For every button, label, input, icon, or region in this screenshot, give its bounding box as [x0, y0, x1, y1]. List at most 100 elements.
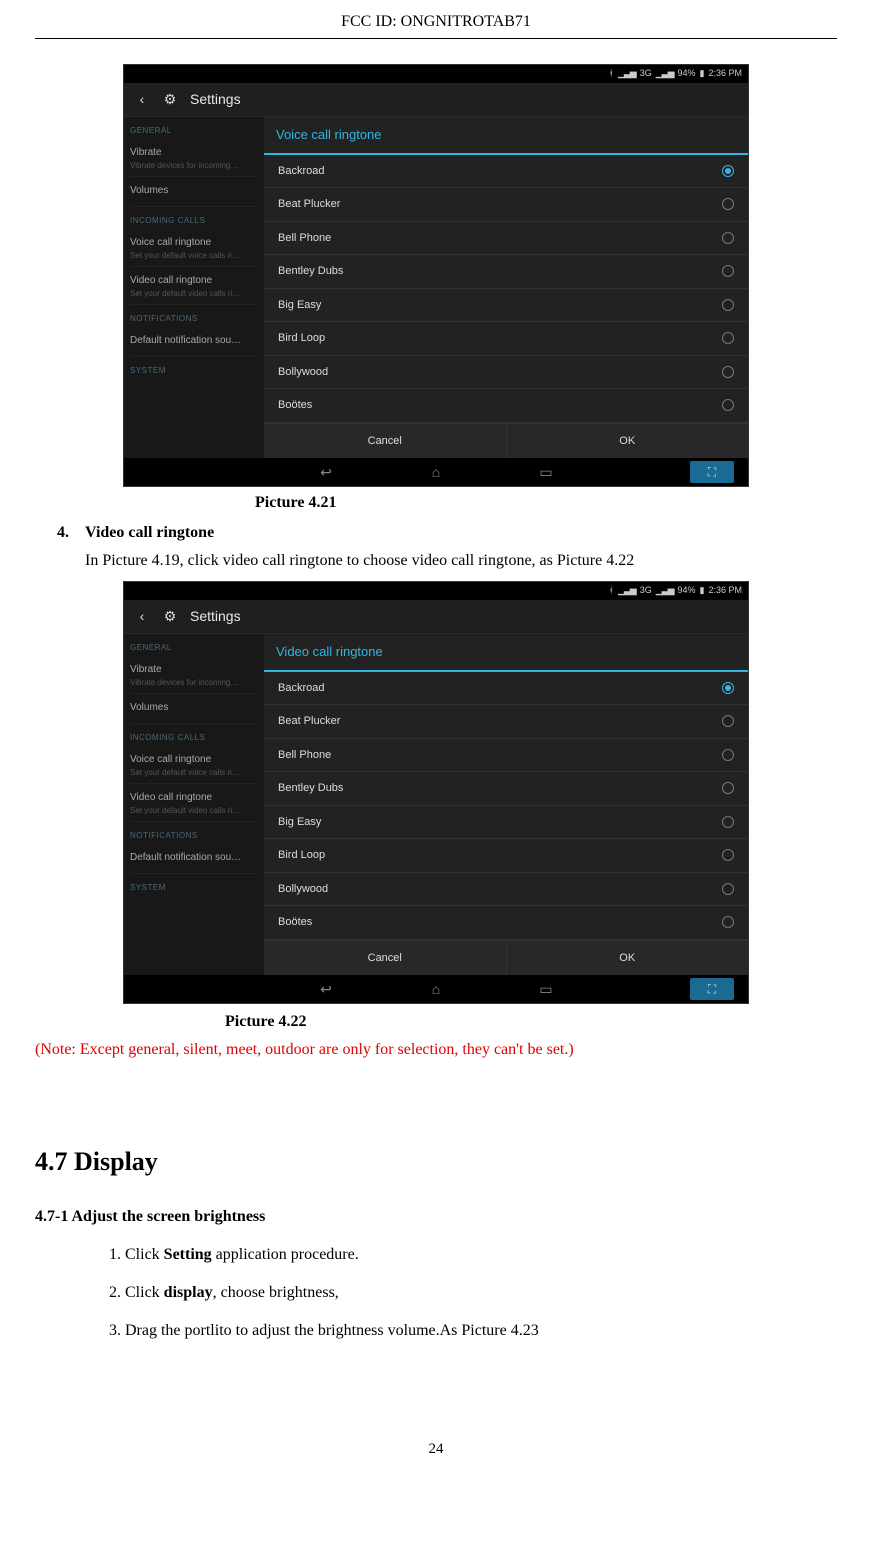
gear-icon: ⚙ [162, 609, 178, 625]
ringtone-option[interactable]: Backroad [264, 155, 748, 189]
ringtone-option[interactable]: Bentley Dubs [264, 772, 748, 806]
battery-label: 94% [678, 584, 696, 598]
ringtone-label: Bird Loop [278, 330, 325, 347]
ringtone-option[interactable]: Boötes [264, 906, 748, 940]
back-icon[interactable]: ‹ [134, 609, 150, 625]
signal-icon: ▁▃▅ [618, 67, 636, 81]
radio-icon[interactable] [722, 299, 734, 311]
screenshot-voice-call-ringtone: ᚼ ▁▃▅ 3G ▁▃▅ 94% ▮ 2:36 PM ‹ ⚙ Settings … [123, 64, 749, 487]
radio-icon[interactable] [722, 265, 734, 277]
screenshot-nav-icon[interactable]: ⛶ [690, 461, 734, 483]
ringtone-option[interactable]: Big Easy [264, 806, 748, 840]
page-number: 24 [35, 1438, 837, 1461]
step-post: Drag the portlito to adjust the brightne… [125, 1322, 539, 1339]
cancel-button-2[interactable]: Cancel [264, 941, 506, 976]
section-47-1-title: 4.7-1 Adjust the screen brightness [35, 1205, 837, 1229]
signal-icon: ▁▃▅ [618, 584, 636, 598]
radio-icon[interactable] [722, 682, 734, 694]
dialog-voice-ringtone: Voice call ringtone Backroad Beat Plucker… [264, 117, 748, 458]
back-nav-icon[interactable]: ↩ [316, 462, 336, 483]
cancel-button[interactable]: Cancel [264, 424, 506, 459]
radio-icon[interactable] [722, 198, 734, 210]
screenshot-nav-icon[interactable]: ⛶ [690, 978, 734, 1000]
radio-icon[interactable] [722, 816, 734, 828]
radio-icon[interactable] [722, 916, 734, 928]
ringtone-option[interactable]: Boötes [264, 389, 748, 423]
section-general: GENERAL [130, 125, 258, 137]
ringtone-label: Bell Phone [278, 230, 331, 247]
dialog-title-2: Video call ringtone [264, 634, 748, 672]
ringtone-option[interactable]: Backroad [264, 672, 748, 706]
radio-icon[interactable] [722, 749, 734, 761]
radio-icon[interactable] [722, 332, 734, 344]
back-icon[interactable]: ‹ [134, 92, 150, 108]
ringtone-option[interactable]: Bell Phone [264, 222, 748, 256]
radio-icon[interactable] [722, 715, 734, 727]
home-nav-icon[interactable]: ⌂ [426, 462, 446, 483]
item-default-notif[interactable]: Default notification sou… [130, 844, 258, 867]
ringtone-option[interactable]: Bird Loop [264, 839, 748, 873]
back-nav-icon[interactable]: ↩ [316, 979, 336, 1000]
ringtone-option[interactable]: Beat Plucker [264, 705, 748, 739]
ringtone-option[interactable]: Bollywood [264, 873, 748, 907]
radio-icon[interactable] [722, 782, 734, 794]
home-nav-icon[interactable]: ⌂ [426, 979, 446, 1000]
nav-bar: ↩ ⌂ ▭ ⛶ [124, 458, 748, 486]
radio-icon[interactable] [722, 883, 734, 895]
step-bold: Setting [164, 1246, 212, 1263]
section-notifications: NOTIFICATIONS [130, 830, 258, 842]
item-vibrate[interactable]: Vibrate [130, 656, 258, 679]
ok-button-2[interactable]: OK [506, 941, 749, 976]
item-vibrate[interactable]: Vibrate [130, 139, 258, 162]
ringtone-list: Backroad Beat Plucker Bell Phone Bentley Du… [264, 155, 748, 423]
ringtone-label: Backroad [278, 163, 324, 180]
battery-icon: ▮ [700, 67, 705, 81]
ok-button[interactable]: OK [506, 424, 749, 459]
item-video-ringtone[interactable]: Video call ringtone [130, 267, 258, 290]
actionbar-title: Settings [190, 89, 241, 110]
item-volumes[interactable]: Volumes [130, 177, 258, 200]
bluetooth-icon: ᚼ [609, 584, 614, 598]
radio-icon[interactable] [722, 366, 734, 378]
step-post: , choose brightness, [213, 1284, 339, 1301]
ringtone-label: Beat Plucker [278, 196, 340, 213]
section-general: GENERAL [130, 642, 258, 654]
section-system: SYSTEM [130, 882, 258, 894]
ringtone-label: Boötes [278, 914, 312, 931]
battery-label: 94% [678, 67, 696, 81]
step-item: Click display, choose brightness, [125, 1281, 837, 1305]
ringtone-list-2: BackroadBeat PluckerBell PhoneBentley Du… [264, 672, 748, 940]
clock-label: 2:36 PM [708, 67, 742, 81]
item-voice-ringtone[interactable]: Voice call ringtone [130, 229, 258, 252]
ringtone-option[interactable]: Bollywood [264, 356, 748, 390]
item-vibrate-sub: Vibrate devices for incoming… [130, 679, 258, 687]
item-volumes[interactable]: Volumes [130, 694, 258, 717]
item-voice-ringtone[interactable]: Voice call ringtone [130, 746, 258, 769]
ringtone-option[interactable]: Bentley Dubs [264, 255, 748, 289]
dialog-title: Voice call ringtone [264, 117, 748, 155]
step-post: application procedure. [212, 1246, 359, 1263]
signal2-icon: ▁▃▅ [656, 67, 674, 81]
ringtone-option[interactable]: Beat Plucker [264, 188, 748, 222]
net-label: 3G [640, 67, 652, 81]
status-bar-2: ᚼ ▁▃▅ 3G ▁▃▅ 94% ▮ 2:36 PM [124, 582, 748, 600]
radio-icon[interactable] [722, 399, 734, 411]
radio-icon[interactable] [722, 165, 734, 177]
page-header: FCC ID: ONGNITROTAB71 [35, 10, 837, 38]
item-voice-sub: Set your default voice calls ri… [130, 769, 258, 777]
recent-nav-icon[interactable]: ▭ [536, 979, 556, 1000]
radio-icon[interactable] [722, 232, 734, 244]
step-bold: display [164, 1284, 213, 1301]
ringtone-option[interactable]: Bell Phone [264, 739, 748, 773]
note-red: (Note: Except general, silent, meet, out… [35, 1038, 837, 1062]
ringtone-option[interactable]: Bird Loop [264, 322, 748, 356]
screenshot-video-call-ringtone: ᚼ ▁▃▅ 3G ▁▃▅ 94% ▮ 2:36 PM ‹ ⚙ Settings … [123, 581, 749, 1004]
item-video-ringtone[interactable]: Video call ringtone [130, 784, 258, 807]
item-4-number: 4. [57, 521, 85, 545]
item-default-notif[interactable]: Default notification sou… [130, 327, 258, 350]
radio-icon[interactable] [722, 849, 734, 861]
gear-icon: ⚙ [162, 92, 178, 108]
ringtone-option[interactable]: Big Easy [264, 289, 748, 323]
caption-pic421: Picture 4.21 [255, 491, 837, 515]
recent-nav-icon[interactable]: ▭ [536, 462, 556, 483]
